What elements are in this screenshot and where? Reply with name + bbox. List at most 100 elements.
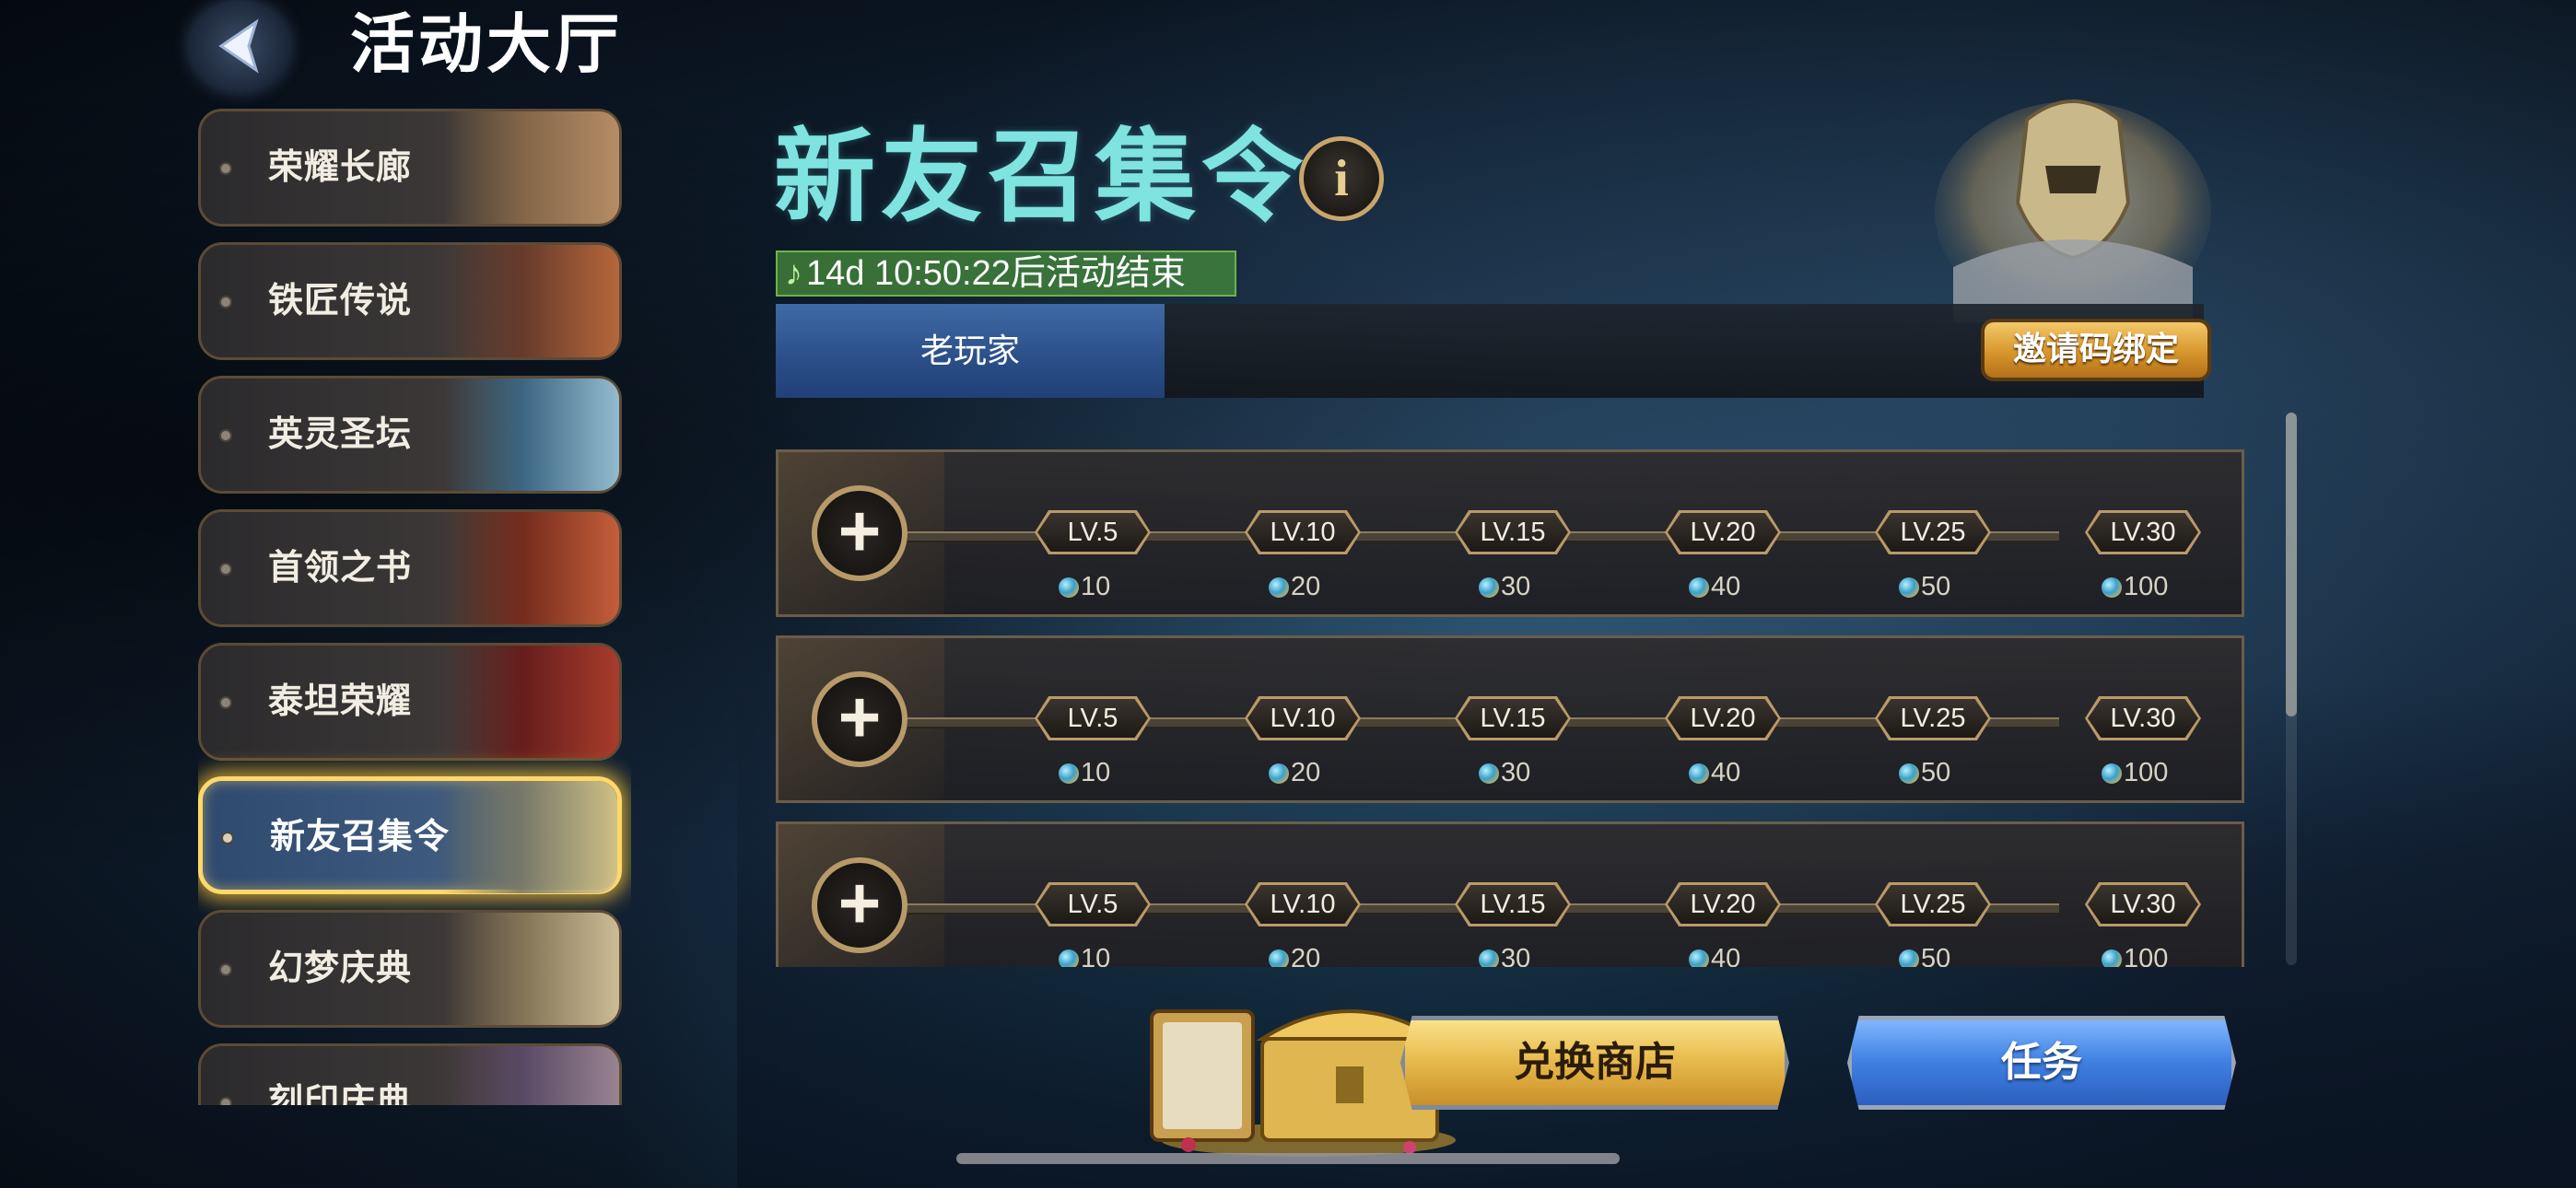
level-badge: LV.25 [1875,510,1991,554]
gem-icon [1059,763,1079,784]
scrollbar-thumb[interactable] [2286,413,2297,716]
level-label: LV.10 [1247,885,1358,924]
reward-amount: 50 [1921,572,1951,601]
level-label: LV.5 [1037,699,1148,738]
sidebar-item-label: 幻梦庆典 [268,949,413,988]
gem-icon [1479,577,1499,598]
reward-item: 100 [2102,942,2168,967]
reward-amount: 40 [1711,758,1741,787]
radio-dot [219,296,232,309]
info-button[interactable]: i [1299,136,1384,221]
thumbnail-image [444,111,619,224]
countdown-timer: ♪ 14d 10:50:22后活动结束 [776,250,1236,297]
reward-item: 20 [1269,942,1320,967]
gem-icon [1899,577,1919,598]
reward-row: + LV.5 LV.10 LV.15 LV.20 LV.25 LV.30 10 … [776,449,2244,617]
radio-dot [219,162,232,175]
level-badge: LV.30 [2085,696,2201,740]
reward-amount: 30 [1501,944,1531,967]
level-label: LV.15 [1458,699,1568,738]
reward-item: 50 [1899,942,1950,967]
level-badge: LV.20 [1665,696,1781,740]
level-label: LV.30 [2088,699,2198,738]
level-label: LV.25 [1878,885,1988,924]
reward-item: 20 [1269,570,1320,603]
reward-item: 100 [2102,756,2168,789]
level-label: LV.10 [1247,699,1358,738]
reward-list[interactable]: + LV.5 LV.10 LV.15 LV.20 LV.25 LV.30 10 … [776,442,2250,967]
gem-icon [2102,577,2122,598]
tasks-button[interactable]: 任务 [1847,1016,2236,1110]
sidebar-item-label: 荣耀长廊 [268,148,413,187]
gem-icon [1689,949,1709,967]
reward-amount: 10 [1081,572,1111,601]
hero-portrait [1898,83,2211,322]
gem-icon [1689,763,1709,784]
thumbnail-image [442,781,617,893]
reward-item: 30 [1479,570,1530,603]
level-badge: LV.5 [1035,510,1151,554]
sidebar-item-new-friend-recruit[interactable]: 新友召集令 [198,776,622,894]
level-badge: LV.15 [1455,510,1571,554]
invite-code-bind-button[interactable]: 邀请码绑定 [1981,319,2211,381]
reward-amount: 10 [1081,758,1111,787]
reward-amount: 40 [1711,944,1741,967]
countdown-text: 14d 10:50:22后活动结束 [806,254,1186,293]
page-title: 活动大厅 [350,8,623,80]
level-label: LV.10 [1247,513,1358,552]
back-button[interactable] [189,0,290,92]
sidebar-item-titan-glory[interactable]: 泰坦荣耀 [198,643,622,761]
sidebar-item-blacksmith-legend[interactable]: 铁匠传说 [198,242,622,360]
radio-dot [219,1097,232,1105]
reward-row: + LV.5 LV.10 LV.15 LV.20 LV.25 LV.30 10 … [776,635,2244,803]
level-label: LV.5 [1037,885,1148,924]
sidebar-item-label: 首领之书 [268,549,413,588]
level-badge: LV.25 [1875,882,1991,926]
gem-icon [1059,949,1079,967]
reward-amount: 20 [1291,758,1321,787]
reward-amount: 20 [1291,572,1321,601]
reward-amount: 50 [1921,944,1951,967]
level-badge: LV.5 [1035,882,1151,926]
sidebar-item-hero-altar[interactable]: 英灵圣坛 [198,376,622,494]
home-indicator[interactable] [956,1153,1620,1164]
radio-dot [219,963,232,976]
sidebar-item-label: 铁匠传说 [268,282,413,320]
level-badge: LV.15 [1455,882,1571,926]
sidebar-item-boss-book[interactable]: 首领之书 [198,509,622,627]
level-label: LV.25 [1878,699,1988,738]
level-label: LV.5 [1037,513,1148,552]
exchange-shop-button[interactable]: 兑换商店 [1400,1016,1789,1110]
reward-amount: 30 [1501,572,1531,601]
add-friend-button[interactable]: + [812,671,907,767]
reward-amount: 30 [1501,758,1531,787]
radio-dot [219,563,232,576]
level-label: LV.20 [1668,885,1778,924]
sidebar-item-glory-gallery[interactable]: 荣耀长廊 [198,109,622,227]
add-friend-button[interactable]: + [812,485,907,581]
sidebar[interactable]: 荣耀长廊 铁匠传说 英灵圣坛 首领之书 泰坦荣耀 新友召集令 幻梦庆典 刻印庆典 [198,109,631,1105]
reward-item: 40 [1689,570,1740,603]
gem-icon [1899,763,1919,784]
level-badge: LV.20 [1665,882,1781,926]
sidebar-item-label: 英灵圣坛 [268,415,413,454]
level-badge: LV.30 [2085,510,2201,554]
add-friend-button[interactable]: + [812,857,907,953]
gem-icon [2102,949,2122,967]
reward-item: 100 [2102,570,2168,603]
tab-veteran[interactable]: 老玩家 [776,304,1165,398]
sidebar-item-dream-festival[interactable]: 幻梦庆典 [198,910,622,1028]
gem-icon [1479,763,1499,784]
level-label: LV.30 [2088,513,2198,552]
reward-item: 50 [1899,570,1950,603]
reward-item: 50 [1899,756,1950,789]
sidebar-item-engraving-festival[interactable]: 刻印庆典 [198,1043,622,1105]
reward-item: 40 [1689,942,1740,967]
music-note-icon: ♪ [785,254,802,293]
reward-item: 30 [1479,756,1530,789]
thumbnail-image [444,245,619,357]
gem-icon [1479,949,1499,967]
armored-knight-icon [1935,99,2211,322]
reward-item: 30 [1479,942,1530,967]
level-badge: LV.10 [1245,882,1361,926]
